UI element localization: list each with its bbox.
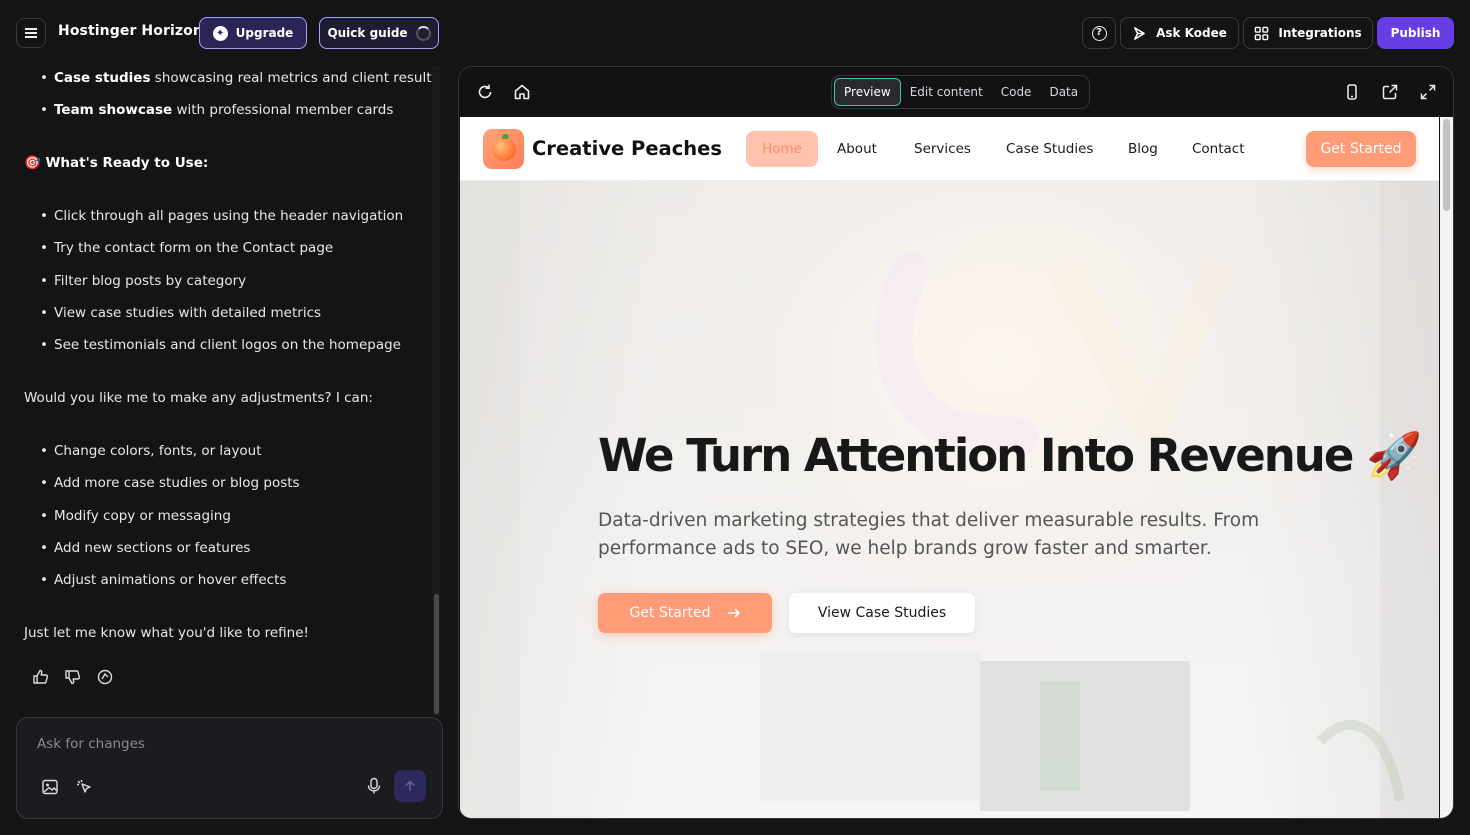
regenerate-icon[interactable] (96, 668, 114, 686)
arrow-up-icon (405, 780, 415, 791)
nav-contact[interactable]: Contact (1192, 131, 1245, 167)
progress-spinner-icon (415, 25, 431, 41)
home-icon[interactable] (513, 83, 531, 101)
list-item: Modify copy or messaging (40, 508, 231, 524)
view-case-studies-button[interactable]: View Case Studies (789, 593, 975, 633)
site-logo-text[interactable]: Creative Peaches (532, 137, 722, 160)
chat-panel: Case studies showcasing real metrics and… (0, 66, 444, 716)
hero-get-started-label: Get Started (629, 605, 711, 621)
thumbs-up-icon[interactable] (32, 668, 50, 686)
upgrade-label: Upgrade (235, 26, 294, 40)
ask-kodee-button[interactable]: Ask Kodee (1120, 17, 1239, 49)
preview-tabs: Preview Edit content Code Data (831, 75, 1091, 109)
tab-edit-content[interactable]: Edit content (901, 78, 992, 106)
ask-kodee-label: Ask Kodee (1156, 26, 1227, 40)
quick-guide-button[interactable]: Quick guide (319, 17, 439, 49)
hero-overlay (460, 181, 1439, 818)
list-item: Add more case studies or blog posts (40, 475, 300, 491)
list-item: See testimonials and client logos on the… (40, 337, 401, 353)
chat-input[interactable] (37, 736, 417, 760)
tab-code[interactable]: Code (992, 78, 1041, 106)
send-button[interactable] (394, 770, 426, 802)
hero-get-started-button[interactable]: Get Started (598, 593, 772, 633)
adjust-question: Would you like me to make any adjustment… (24, 390, 373, 406)
tab-preview[interactable]: Preview (834, 78, 901, 106)
site-header: Creative Peaches Home About Services Cas… (460, 117, 1439, 181)
top-bar: Hostinger Horizons ✦ Upgrade Quick guide… (0, 0, 1470, 66)
hero-title: We Turn Attention Into Revenue 🚀 (598, 429, 1422, 482)
logo-badge[interactable] (483, 129, 524, 169)
publish-button[interactable]: Publish (1377, 17, 1454, 49)
chat-input-box (16, 717, 443, 819)
arrow-right-icon (727, 608, 740, 618)
ready-heading: 🎯 What's Ready to Use: (24, 155, 209, 171)
hero-subtitle: Data-driven marketing strategies that de… (598, 510, 1260, 559)
nav-blog[interactable]: Blog (1128, 131, 1158, 167)
tab-data[interactable]: Data (1040, 78, 1087, 106)
list-item: Change colors, fonts, or layout (40, 443, 262, 459)
website-preview: Creative Peaches Home About Services Cas… (460, 117, 1439, 818)
chat-scrollbar-thumb[interactable] (434, 594, 439, 714)
menu-button[interactable] (16, 18, 46, 48)
header-get-started-button[interactable]: Get Started (1306, 131, 1416, 167)
preview-toolbar: Preview Edit content Code Data (459, 67, 1453, 117)
quick-guide-label: Quick guide (327, 26, 408, 40)
list-item: Team showcase with professional member c… (40, 102, 393, 118)
closing-message: Just let me know what you'd like to refi… (24, 625, 309, 641)
list-item: Filter blog posts by category (40, 273, 246, 289)
app-title: Hostinger Horizons (58, 23, 212, 39)
list-item: Adjust animations or hover effects (40, 572, 286, 588)
open-external-icon[interactable] (1381, 83, 1399, 101)
publish-label: Publish (1390, 26, 1441, 40)
upgrade-button[interactable]: ✦ Upgrade (199, 17, 307, 49)
microphone-icon[interactable] (366, 777, 382, 795)
thumbs-down-icon[interactable] (64, 668, 82, 686)
feedback-actions (32, 668, 114, 686)
list-item: Add new sections or features (40, 540, 250, 556)
nav-about[interactable]: About (837, 131, 877, 167)
nav-services[interactable]: Services (914, 131, 971, 167)
site-scrollbar-track[interactable] (1440, 117, 1453, 818)
integrations-label: Integrations (1278, 26, 1362, 40)
refresh-icon[interactable] (476, 83, 494, 101)
badge-icon: ✦ (212, 25, 228, 41)
sparkle-icon (1134, 26, 1146, 40)
help-icon: ? (1091, 25, 1107, 41)
list-item: Case studies showcasing real metrics and… (40, 70, 439, 86)
select-element-icon[interactable] (75, 778, 93, 796)
grid-apps-icon (1255, 26, 1269, 40)
hero-section: We Turn Attention Into Revenue 🚀 Data-dr… (460, 181, 1439, 818)
preview-frame: Preview Edit content Code Data Creative … (458, 66, 1454, 819)
mobile-view-icon[interactable] (1343, 83, 1361, 101)
list-item: View case studies with detailed metrics (40, 305, 321, 321)
help-button[interactable]: ? (1082, 17, 1116, 49)
peach-icon (491, 133, 516, 161)
nav-case-studies[interactable]: Case Studies (1006, 131, 1093, 167)
fullscreen-icon[interactable] (1419, 83, 1437, 101)
site-scrollbar-thumb[interactable] (1443, 119, 1450, 211)
nav-home[interactable]: Home (746, 131, 818, 167)
image-upload-icon[interactable] (41, 778, 59, 796)
list-item: Click through all pages using the header… (40, 208, 403, 224)
integrations-button[interactable]: Integrations (1243, 17, 1373, 49)
list-item: Try the contact form on the Contact page (40, 240, 333, 256)
hamburger-icon (25, 28, 37, 38)
